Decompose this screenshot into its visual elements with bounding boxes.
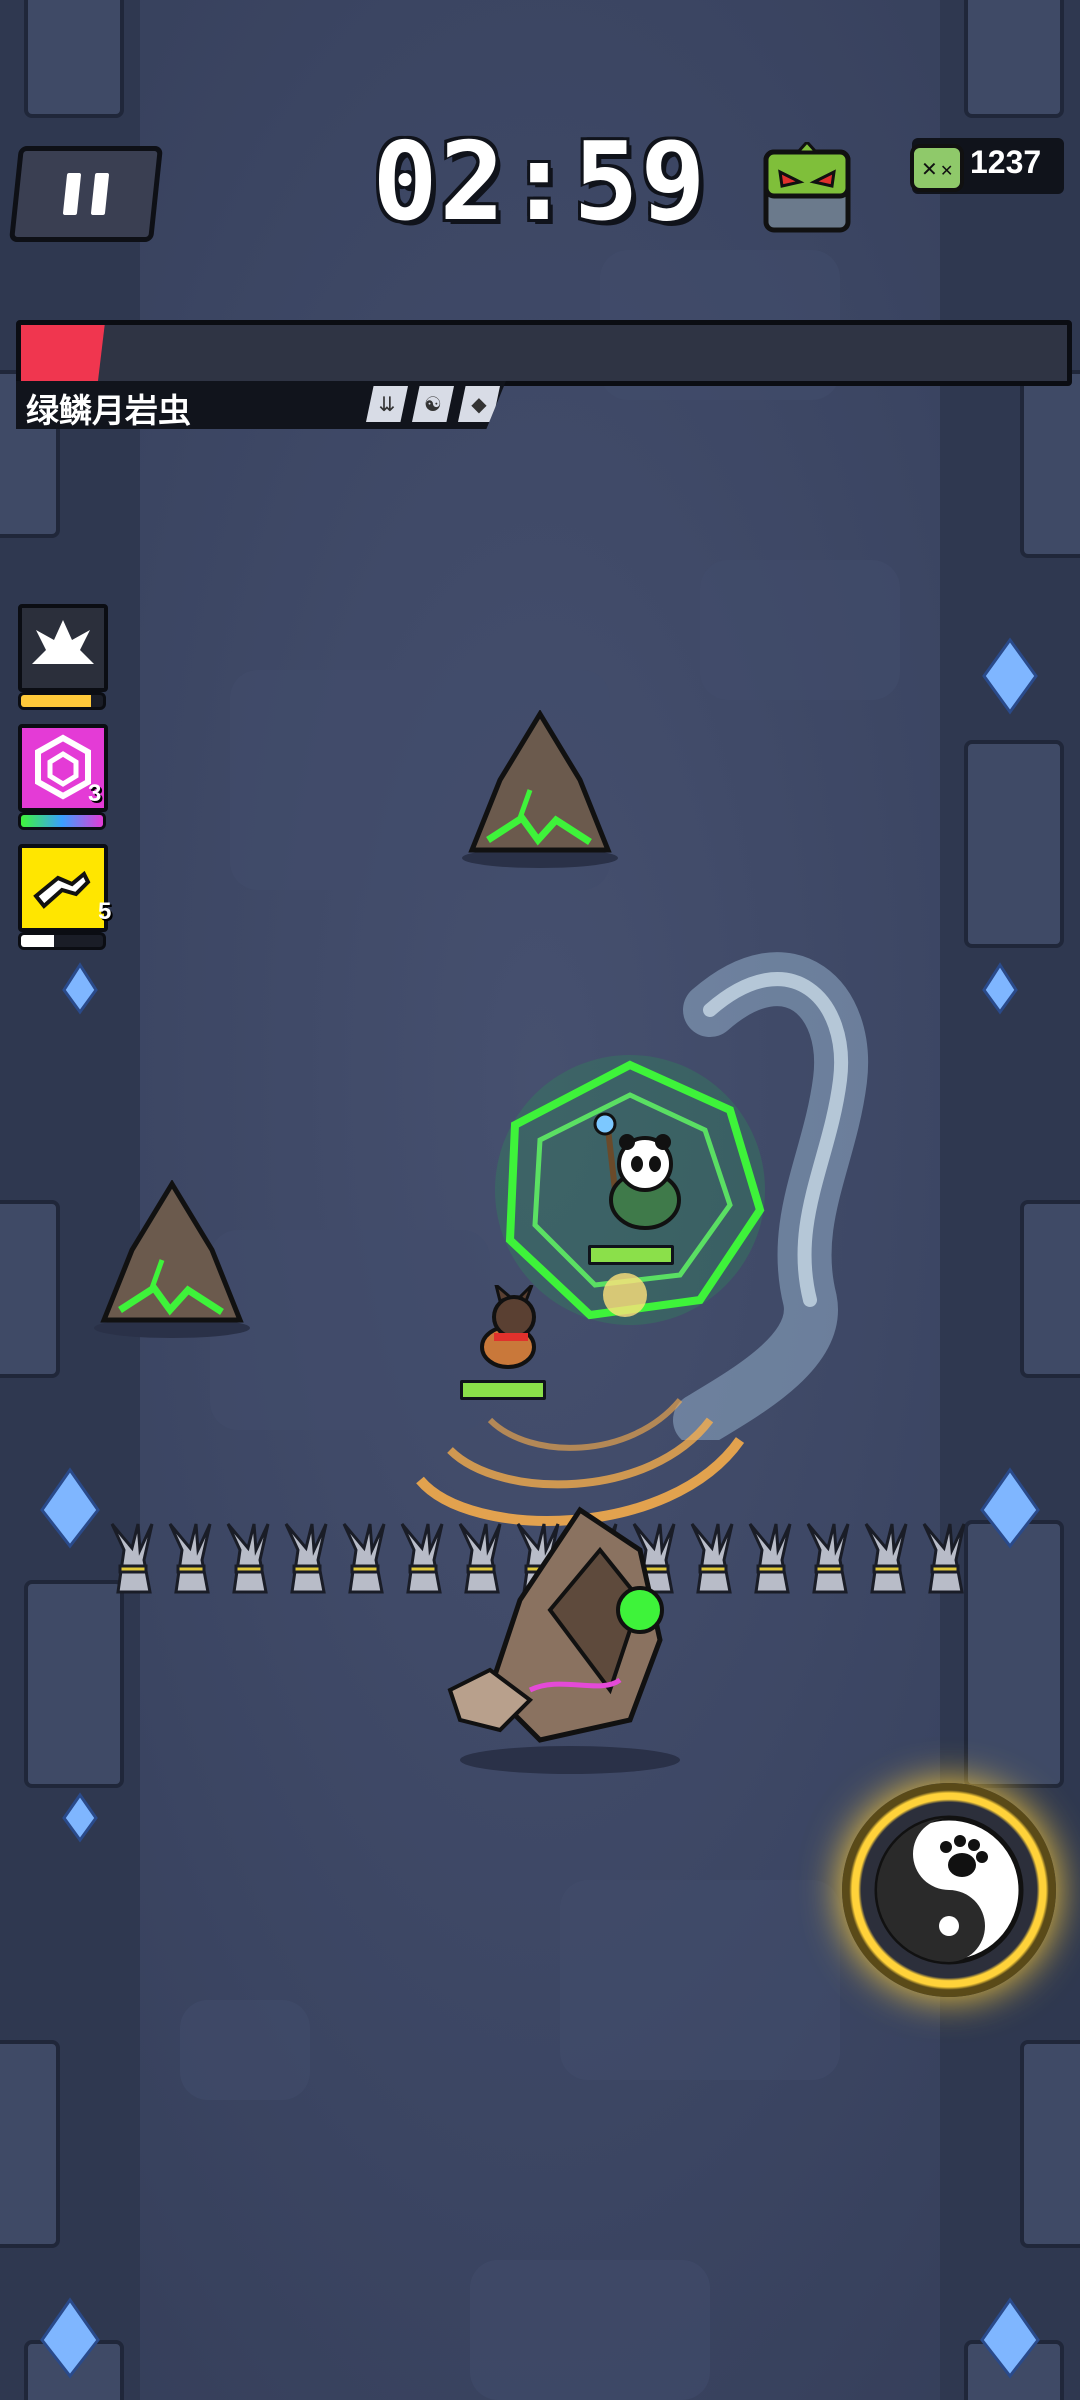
kill-counter: ✕ ✕ 1237: [910, 138, 1064, 194]
fence-spike: [864, 1523, 908, 1594]
fence-spike: [748, 1523, 792, 1594]
fence-spike: [226, 1523, 270, 1594]
yin-yang-icon: ☯: [412, 386, 454, 422]
fence-band: [118, 1564, 148, 1574]
skull-kills-icon: ✕ ✕: [910, 144, 964, 192]
fence-band: [814, 1564, 844, 1574]
fence-spike: [922, 1523, 966, 1594]
svg-text:✕: ✕: [940, 161, 953, 180]
rock-spike-enemy: [94, 1180, 250, 1338]
skill-slot-explosion[interactable]: [18, 604, 108, 692]
fence-spike: [806, 1523, 850, 1594]
game-stage: 02:59 ✕ ✕ 1237 绿鳞月岩虫 ⇊ ☯ ◆ 3 5: [0, 0, 1080, 2400]
fence-spike: [342, 1523, 386, 1594]
fence-band: [350, 1564, 380, 1574]
paw-yin-yang-icon: [874, 1815, 1024, 1965]
rock-spike-enemy: [462, 710, 618, 868]
survival-timer: 02:59: [372, 120, 708, 245]
skill-progress-bar: [18, 812, 106, 830]
boss-health-bar: [16, 320, 1072, 386]
fence-band: [930, 1564, 960, 1574]
player-panda: [593, 1112, 681, 1230]
explosion-icon: [32, 620, 94, 664]
skill-level: 5: [98, 898, 112, 925]
fence-band: [176, 1564, 206, 1574]
fence-band: [756, 1564, 786, 1574]
pause-icon: [90, 173, 110, 215]
boss-name-plate: 绿鳞月岩虫 ⇊ ☯ ◆: [16, 381, 506, 429]
down-arrows-icon: ⇊: [366, 386, 408, 422]
svg-text:✕: ✕: [921, 157, 938, 181]
fence-band: [234, 1564, 264, 1574]
pause-button[interactable]: [8, 146, 164, 242]
fence-band: [872, 1564, 902, 1574]
fence-band: [292, 1564, 322, 1574]
skill-progress-bar: [18, 932, 106, 950]
shockwave-effect: [416, 1273, 745, 1526]
kill-count: 1237: [970, 144, 1042, 180]
skill-level: 3: [88, 780, 102, 807]
fence-spike: [284, 1523, 328, 1594]
pause-icon: [62, 173, 82, 215]
skill-progress-bar: [18, 692, 106, 710]
boss-face-icon: [763, 142, 851, 233]
fence-spike: [110, 1523, 154, 1594]
fence-spike: [168, 1523, 212, 1594]
skill-slot-hexagon-shield[interactable]: 3: [18, 724, 108, 812]
skill-slot-sprint[interactable]: 5: [18, 844, 112, 932]
boss-health-fill: [21, 325, 105, 381]
ultimate-skill-button[interactable]: [842, 1783, 1056, 1997]
boss-name: 绿鳞月岩虫: [26, 391, 191, 430]
boss-rock-worm: [447, 1506, 680, 1774]
sprint-icon: [33, 870, 91, 909]
